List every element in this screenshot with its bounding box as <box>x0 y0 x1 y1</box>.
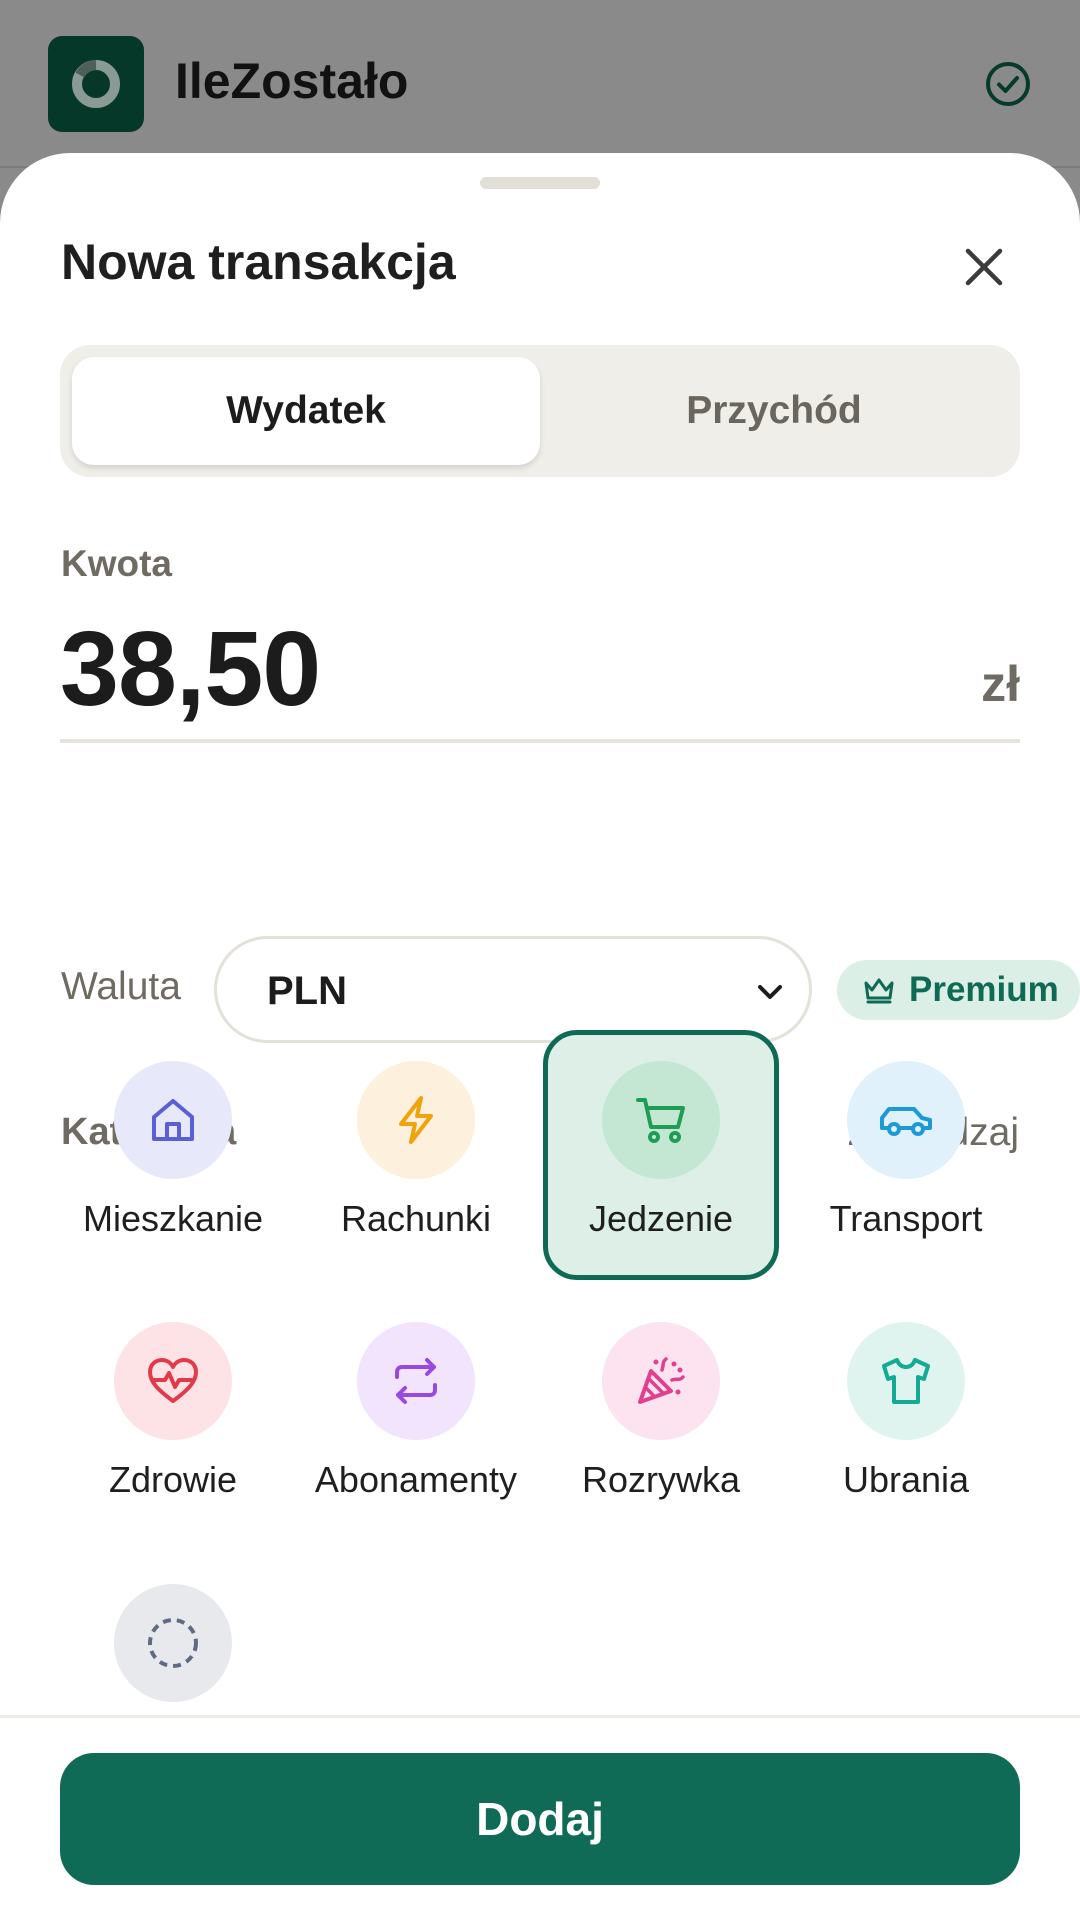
dashed-circle-icon <box>148 1618 198 1668</box>
new-transaction-sheet: Nowa transakcja Wydatek Przychód Kwota 3… <box>0 153 1080 1920</box>
category-rozrywka[interactable]: Rozrywka <box>543 1291 779 1541</box>
amount-unit: zł <box>981 656 1020 712</box>
drag-handle[interactable] <box>480 177 600 189</box>
car-icon <box>880 1107 932 1136</box>
app-logo <box>48 36 144 132</box>
check-circle-icon[interactable] <box>985 61 1031 112</box>
lightning-icon <box>399 1096 433 1144</box>
tab-income[interactable]: Przychód <box>540 357 1008 465</box>
home-icon <box>152 1099 194 1141</box>
category-zdrowie[interactable]: Zdrowie <box>55 1291 291 1541</box>
chevron-down-icon <box>758 985 782 999</box>
category-circle <box>602 1322 720 1440</box>
tab-expense[interactable]: Wydatek <box>72 357 540 465</box>
app-title: IleZostało <box>175 53 409 109</box>
sheet-title: Nowa transakcja <box>61 234 456 290</box>
category-name: Transport <box>829 1198 983 1239</box>
category-name: Rachunki <box>340 1198 492 1239</box>
app-header: IleZostało <box>0 0 1080 168</box>
category-circle <box>357 1061 475 1179</box>
category-circle <box>114 1584 232 1702</box>
heart-pulse-icon <box>148 1358 198 1403</box>
currency-value: PLN <box>267 969 347 1013</box>
category-name: Zdrowie <box>108 1459 238 1500</box>
category-mieszkanie[interactable]: Mieszkanie <box>55 1030 291 1280</box>
add-button[interactable]: Dodaj <box>60 1753 1020 1885</box>
category-circle <box>114 1322 232 1440</box>
category-name: Rozrywka <box>581 1459 741 1500</box>
category-transport[interactable]: Transport <box>788 1030 1024 1280</box>
premium-label: Premium <box>909 970 1059 1009</box>
footer-divider <box>0 1715 1080 1718</box>
amount-value[interactable]: 38,50 <box>60 609 321 730</box>
crown-icon <box>864 978 894 1004</box>
category-name: Abonamenty <box>314 1459 518 1500</box>
category-circle <box>847 1322 965 1440</box>
currency-select[interactable]: PLN <box>214 936 812 1043</box>
close-button[interactable] <box>950 233 1018 301</box>
cart-icon <box>636 1098 685 1143</box>
party-popper-icon <box>638 1357 685 1404</box>
category-name: Mieszkanie <box>82 1198 264 1239</box>
close-icon <box>965 248 1003 286</box>
amount-field[interactable]: 38,50 zł <box>60 603 1020 743</box>
category-other[interactable] <box>55 1553 291 1702</box>
category-name: Ubrania <box>842 1459 970 1500</box>
category-circle <box>114 1061 232 1179</box>
category-circle <box>602 1061 720 1179</box>
premium-badge[interactable]: Premium <box>837 960 1080 1020</box>
category-name: Jedzenie <box>588 1198 734 1239</box>
category-jedzenie[interactable]: Jedzenie <box>543 1030 779 1280</box>
category-circle <box>847 1061 965 1179</box>
category-rachunki[interactable]: Rachunki <box>298 1030 534 1280</box>
category-circle <box>357 1322 475 1440</box>
category-abonamenty[interactable]: Abonamenty <box>298 1291 534 1541</box>
transaction-type-toggle: Wydatek Przychód <box>60 345 1020 477</box>
category-ubrania[interactable]: Ubrania <box>788 1291 1024 1541</box>
repeat-icon <box>395 1358 437 1404</box>
shirt-icon <box>882 1358 930 1404</box>
currency-label: Waluta <box>61 965 181 1008</box>
amount-label: Kwota <box>61 543 172 584</box>
